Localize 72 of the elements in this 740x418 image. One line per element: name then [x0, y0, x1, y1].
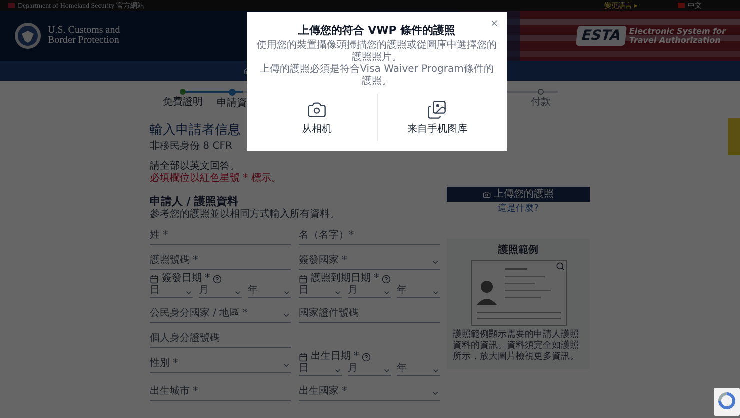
help-link[interactable]: 這是什麼? — [498, 204, 539, 215]
flag-icon — [678, 3, 685, 8]
select-field[interactable]: 簽發國家 * — [299, 248, 440, 270]
calendar-icon — [150, 274, 159, 284]
esta-logo: ESTA — [576, 26, 628, 46]
chevron-icon — [185, 289, 193, 297]
text-field[interactable]: 姓 * — [150, 223, 291, 245]
select-field[interactable]: 月 — [348, 285, 391, 298]
chevron-icon — [383, 367, 391, 375]
card-title: 護照範例 — [498, 245, 538, 257]
esta-tagline: Electronic System for — [629, 27, 726, 36]
select-field[interactable]: 公民身分國家 / 地區 * — [150, 301, 291, 323]
step-label: 付款 — [531, 97, 551, 109]
text-field[interactable]: 出生城市 * — [150, 379, 291, 401]
flag-icon — [8, 3, 15, 8]
select-field[interactable]: 年 — [397, 363, 440, 376]
step-label: 申請資 — [217, 98, 247, 110]
help-icon[interactable] — [213, 274, 222, 284]
dialog-title: 上傳您的符合 VWP 條件的護照 — [298, 24, 456, 37]
select-field[interactable]: 月 — [199, 285, 242, 298]
text-field[interactable]: 名（名字）* — [299, 223, 440, 245]
select-field[interactable]: 日 — [299, 363, 342, 376]
esta-tagline: Travel Authorization — [629, 36, 722, 45]
camera-icon — [483, 190, 491, 198]
dialog-description: 使用您的裝置攝像頭掃描您的護照或從圖庫中選擇您的護照照片。 — [257, 40, 497, 64]
intro-text: 非移民身份 8 CFR — [150, 141, 232, 153]
help-icon[interactable] — [362, 352, 372, 362]
seal-icon — [14, 22, 42, 50]
page-title: 輸入申請者信息 — [150, 123, 241, 138]
agency-name: Border Protection — [48, 36, 120, 46]
chevron-icon — [432, 367, 440, 375]
text-field[interactable]: 國家證件號碼 — [299, 301, 440, 323]
chevron-icon — [432, 289, 440, 297]
upload-option[interactable]: 从相机 — [257, 94, 376, 141]
chevron-icon — [431, 389, 440, 398]
chevron-icon — [334, 289, 342, 297]
required-note: 必填欄位以紅色星號 * 標示。 — [150, 173, 282, 185]
text-field[interactable]: 個人身分證號碼 — [150, 326, 291, 348]
select-field[interactable]: 性別 * — [150, 351, 291, 373]
field-label: 簽發日期 * — [162, 273, 210, 285]
calendar-icon — [299, 352, 308, 362]
select-field[interactable]: 年 — [397, 285, 440, 298]
upload-passport-button[interactable]: 上傳您的護照 — [447, 187, 590, 202]
sample-caption: 護照範例顯示需要的申請人護照資料的資訊。資料須完全如護照所示，放大圖片檢視更多資訊。 — [453, 330, 580, 363]
chevron-icon — [282, 361, 291, 370]
chevron-icon — [334, 367, 342, 375]
section-title: 申請人 / 護照資料 — [150, 195, 240, 208]
text-field[interactable]: 護照號碼 * — [150, 248, 291, 270]
select-field[interactable]: 出生國家 * — [299, 379, 440, 401]
chevron-icon — [283, 289, 291, 297]
select-field[interactable]: 日 — [150, 285, 193, 298]
note-text: 請全部以英文回答。 — [150, 161, 241, 172]
zoom-icon[interactable] — [556, 262, 564, 271]
chevron-icon — [282, 311, 291, 320]
select-field[interactable]: 日 — [299, 285, 342, 298]
agency-name: U.S. Customs and — [48, 26, 120, 36]
recaptcha-icon — [714, 388, 740, 416]
chevron-icon — [234, 289, 242, 297]
calendar-icon — [299, 274, 308, 284]
help-icon[interactable] — [382, 274, 392, 284]
chevron-icon — [431, 258, 440, 267]
select-field[interactable]: 月 — [348, 363, 391, 376]
section-hint: 參考您的護照並以相同方式輸入所有資料。 — [150, 209, 341, 221]
field-label: 出生日期 * — [311, 351, 360, 363]
field-label: 護照到期日期 * — [311, 273, 380, 285]
images-icon — [427, 100, 448, 120]
select-field[interactable]: 年 — [248, 285, 291, 298]
upload-option[interactable]: 来自手机图库 — [376, 94, 497, 141]
close-icon[interactable] — [490, 19, 499, 28]
step-label: 免費證明 — [163, 97, 203, 109]
chevron-icon — [383, 289, 391, 297]
dialog-description: 上傳的護照必須是符合Visa Waiver Program條件的護照。 — [259, 64, 495, 88]
